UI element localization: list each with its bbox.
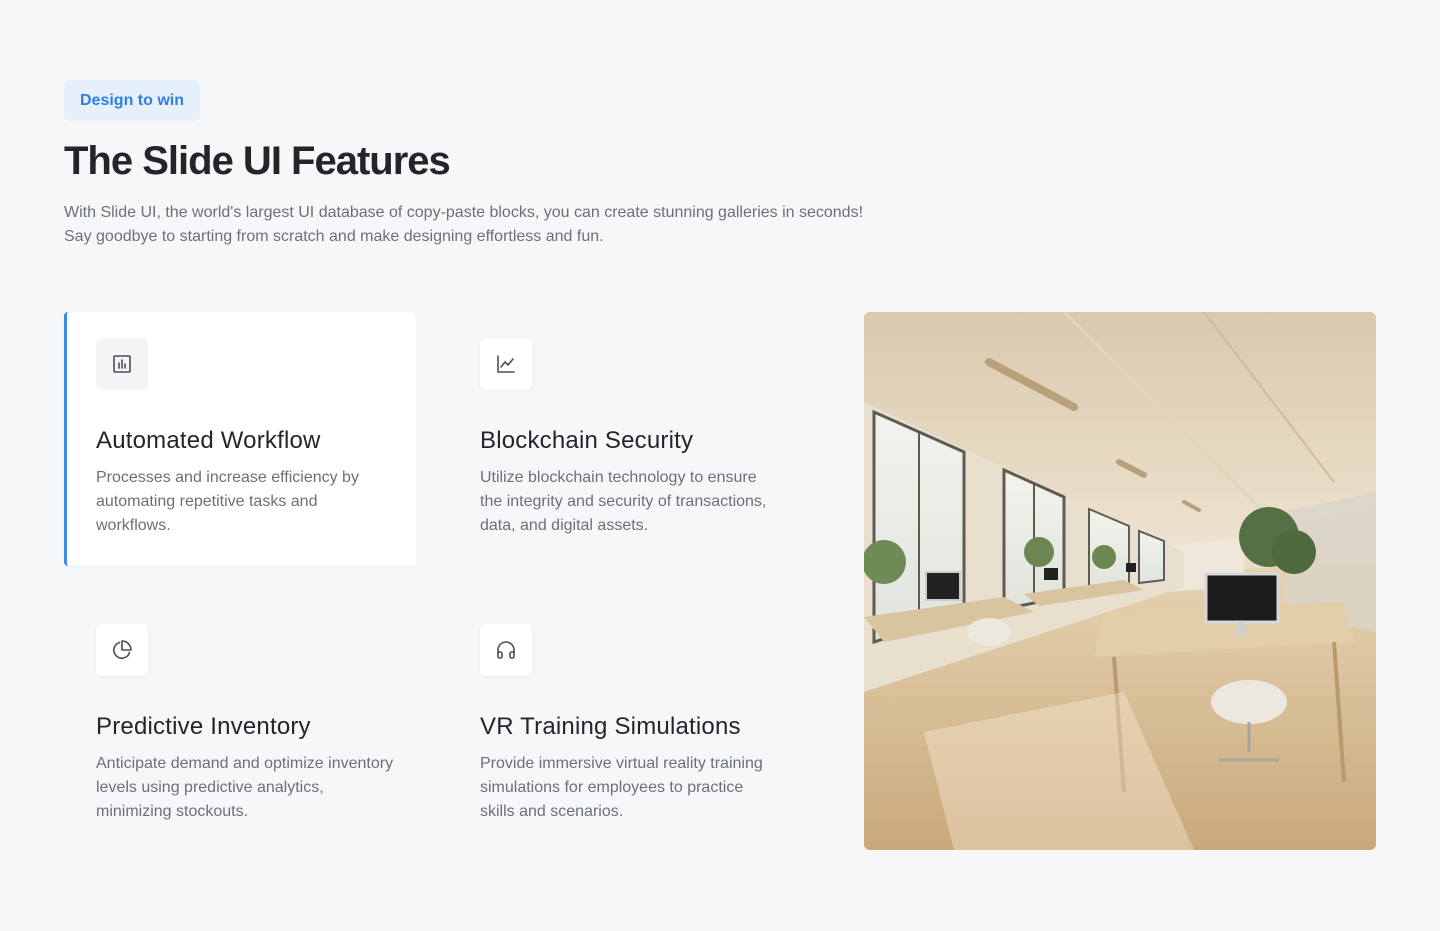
feature-title: VR Training Simulations [480,713,741,740]
section-badge: Design to win [64,80,200,121]
features-section: Design to win The Slide UI Features With… [0,0,1440,931]
feature-card-automated-workflow[interactable]: Automated Workflow Processes and increas… [64,312,416,566]
section-description: With Slide UI, the world's largest UI da… [64,204,864,245]
page-title: The Slide UI Features [64,139,451,183]
feature-card-vr-training-simulations[interactable]: VR Training Simulations Provide immersiv… [448,598,800,852]
feature-card-blockchain-security[interactable]: Blockchain Security Utilize blockchain t… [448,312,800,566]
feature-title: Predictive Inventory [96,713,311,740]
feature-card-predictive-inventory[interactable]: Predictive Inventory Anticipate demand a… [64,598,416,852]
feature-description: Utilize blockchain technology to ensure … [480,469,767,534]
bar-chart-icon [96,338,148,390]
feature-title: Blockchain Security [480,427,694,454]
feature-description: Processes and increase efficiency by aut… [96,469,359,534]
feature-description: Anticipate demand and optimize inventory… [96,755,394,820]
headphones-icon [480,624,532,676]
feature-description: Provide immersive virtual reality traini… [480,755,763,820]
office-photo [864,312,1376,850]
line-chart-icon [480,338,532,390]
pie-chart-icon [96,624,148,676]
feature-title: Automated Workflow [96,427,321,454]
